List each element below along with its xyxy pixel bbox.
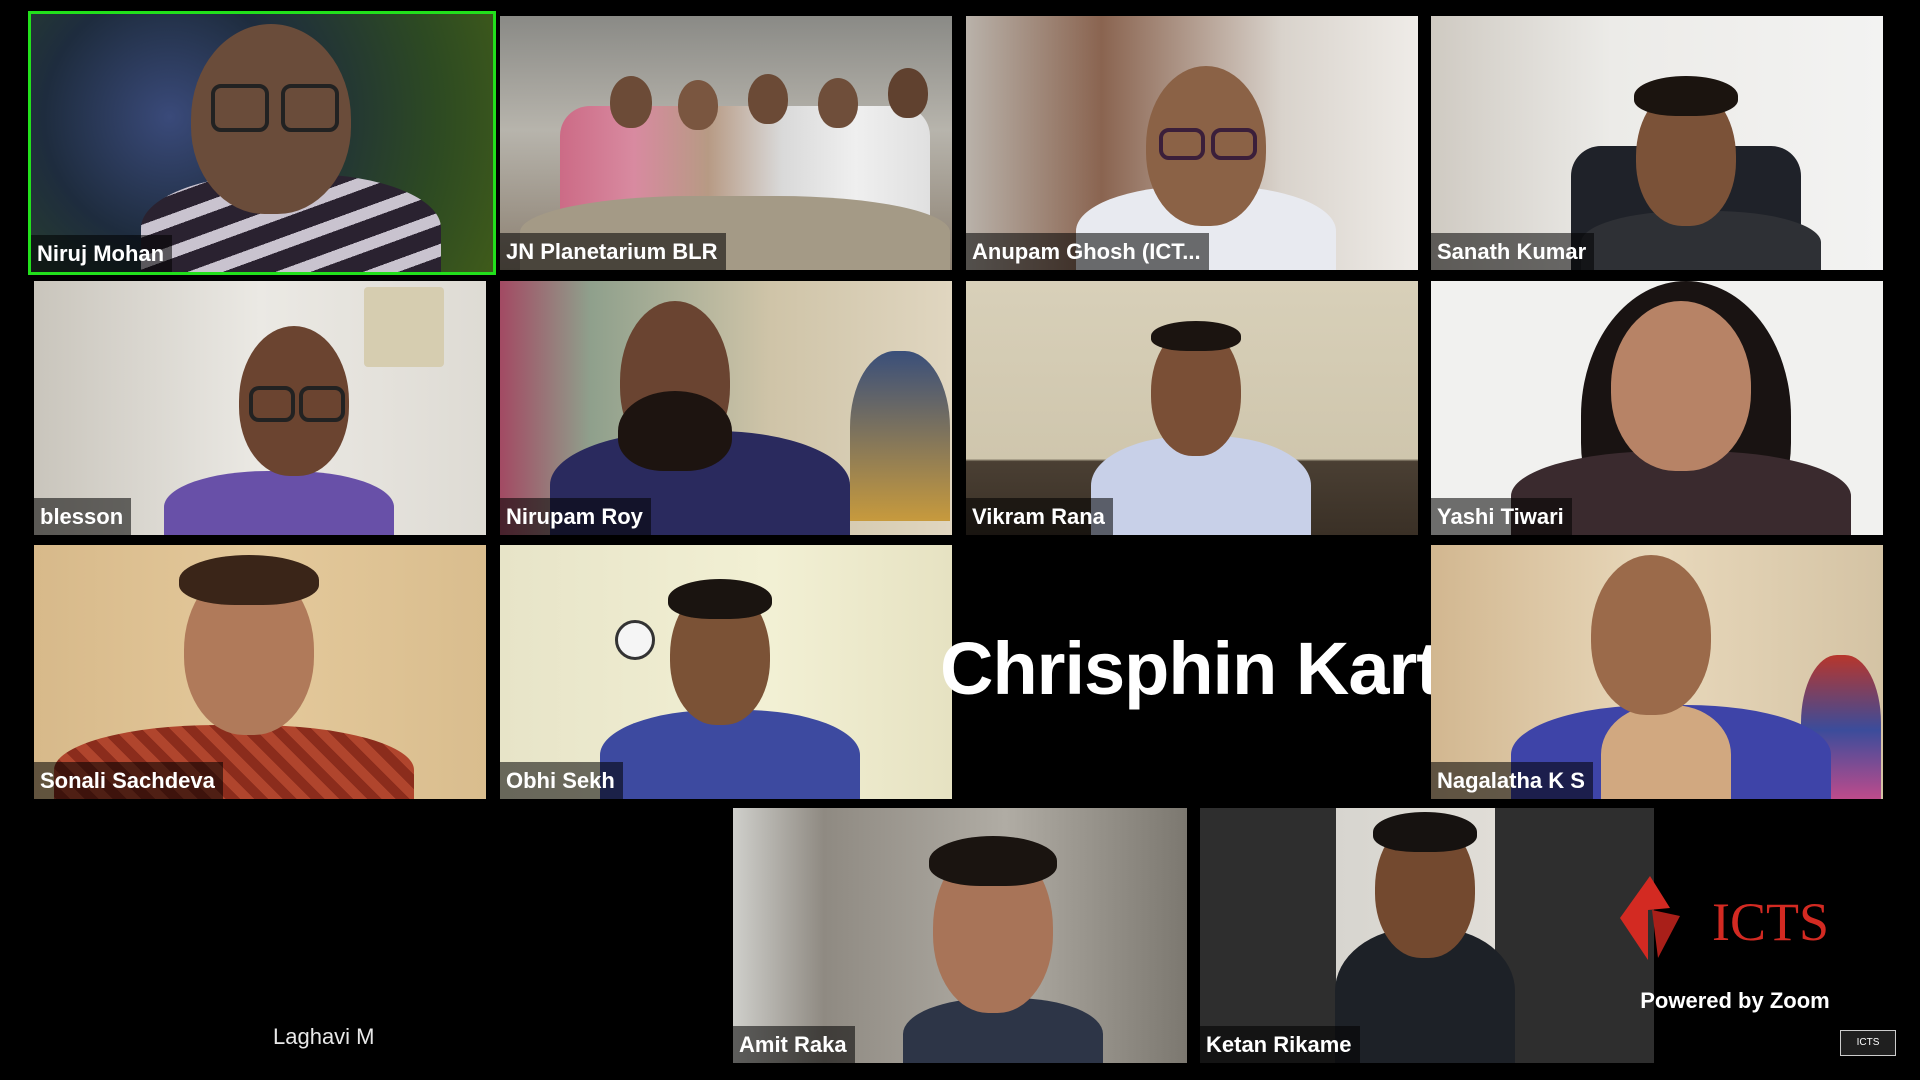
glasses-icon	[249, 386, 295, 422]
clock-icon	[615, 620, 655, 660]
power-socket	[364, 287, 444, 367]
participant-hair	[668, 579, 772, 619]
video-off-name-chrisphin[interactable]: Chrisphin Kart...	[940, 626, 1436, 711]
video-tile-obhi-sekh[interactable]: Obhi Sekh	[500, 545, 952, 799]
participant-name: Anupam Ghosh (ICT...	[966, 233, 1209, 270]
participant-head	[818, 78, 858, 128]
participant-hair	[1634, 76, 1738, 116]
participant-hair	[1373, 812, 1477, 852]
icts-logo: ICTS	[1620, 876, 1829, 960]
participant-name: blesson	[34, 498, 132, 535]
participant-shirt	[1601, 705, 1731, 799]
video-tile-sonali-sachdeva[interactable]: Sonali Sachdeva	[34, 545, 486, 799]
video-tile-blesson[interactable]: blesson	[34, 281, 486, 535]
participant-name: Sanath Kumar	[1431, 233, 1595, 270]
video-tile-nirupam-roy[interactable]: Nirupam Roy	[500, 281, 952, 535]
video-tile-anupam-ghosh[interactable]: Anupam Ghosh (ICT...	[966, 16, 1418, 270]
glasses-icon	[299, 386, 345, 422]
participant-head	[678, 80, 718, 130]
glasses-icon	[211, 84, 269, 132]
participant-name: Ketan Rikame	[1200, 1026, 1360, 1063]
participant-hair	[179, 555, 319, 605]
video-tile-vikram-rana[interactable]: Vikram Rana	[966, 281, 1418, 535]
video-tile-yashi-tiwari[interactable]: Yashi Tiwari	[1431, 281, 1883, 535]
video-tile-sanath-kumar[interactable]: Sanath Kumar	[1431, 16, 1883, 270]
video-tile-niruj-mohan[interactable]: Niruj Mohan	[28, 11, 496, 275]
poster	[850, 351, 950, 521]
participant-name: JN Planetarium BLR	[500, 233, 726, 270]
video-tile-amit-raka[interactable]: Amit Raka	[733, 808, 1187, 1063]
participant-name: Nirupam Roy	[500, 498, 651, 535]
participant-head	[1611, 301, 1751, 471]
participant-body	[164, 471, 394, 535]
participant-head	[748, 74, 788, 124]
participant-name: Obhi Sekh	[500, 762, 623, 799]
participant-name: Amit Raka	[733, 1026, 855, 1063]
participant-name: Sonali Sachdeva	[34, 762, 223, 799]
glasses-icon	[1159, 128, 1205, 160]
icts-logo-text: ICTS	[1712, 892, 1829, 952]
powered-by-zoom: Powered by Zoom	[1640, 988, 1830, 1013]
participant-hair	[1151, 321, 1241, 351]
participant-hair	[929, 836, 1057, 886]
participant-name: Niruj Mohan	[31, 235, 173, 272]
icts-watermark: ICTS	[1840, 1030, 1896, 1056]
participant-head	[1591, 555, 1711, 715]
participant-head	[888, 68, 928, 118]
participant-head	[610, 76, 652, 128]
video-off-name-laghavi[interactable]: Laghavi M	[273, 1024, 375, 1050]
video-tile-ketan-rikame[interactable]: Ketan Rikame	[1200, 808, 1654, 1063]
participant-name: Nagalatha K S	[1431, 762, 1593, 799]
glasses-icon	[281, 84, 339, 132]
participant-name: Yashi Tiwari	[1431, 498, 1572, 535]
glasses-icon	[1211, 128, 1257, 160]
participant-beard	[618, 391, 732, 471]
participant-name: Vikram Rana	[966, 498, 1113, 535]
video-tile-nagalatha-ks[interactable]: Nagalatha K S	[1431, 545, 1883, 799]
video-tile-jn-planetarium[interactable]: JN Planetarium BLR	[500, 16, 952, 270]
